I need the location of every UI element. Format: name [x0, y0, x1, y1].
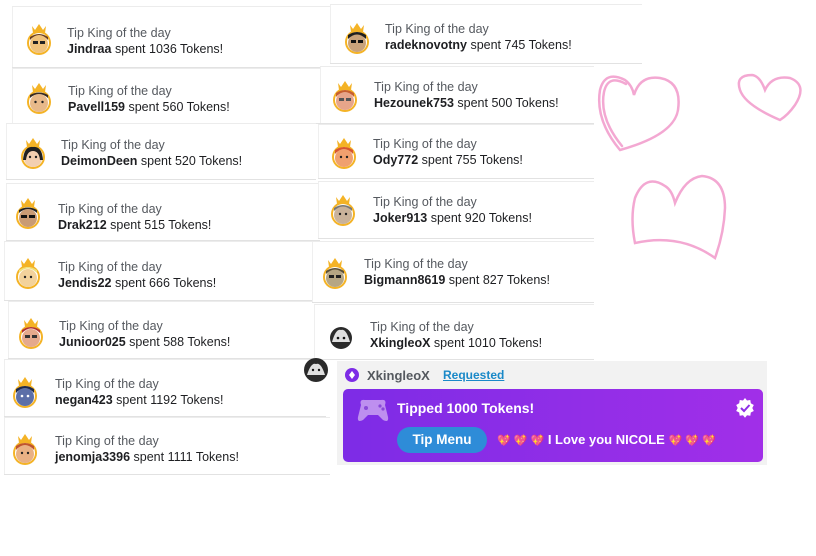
- tip-king-card-left-3: Tip King of the day DeimonDeen spent 520…: [6, 123, 316, 180]
- verified-badge-icon: [736, 398, 754, 418]
- username[interactable]: XkingleoX: [370, 336, 430, 350]
- card-title: Tip King of the day: [373, 195, 477, 209]
- user-avatar: [13, 377, 37, 408]
- card-title: Tip King of the day: [55, 434, 159, 448]
- user-avatar: [13, 434, 37, 465]
- username[interactable]: Jendis22: [58, 276, 112, 290]
- card-title: Tip King of the day: [373, 137, 477, 151]
- tip-headline: Tipped 1000 Tokens!: [397, 400, 535, 416]
- tip-king-card-left-4: Tip King of the day Drak212 spent 515 To…: [6, 183, 320, 241]
- tokens-text: spent 520 Tokens!: [140, 154, 243, 168]
- tip-message: I Love you NICOLE: [547, 432, 665, 447]
- username[interactable]: negan423: [55, 393, 113, 407]
- card-title: Tip King of the day: [374, 80, 478, 94]
- tokens-text: spent 515 Tokens!: [110, 218, 212, 232]
- tokens-text: spent 1036 Tokens!: [114, 42, 224, 56]
- hearts-before: 💖 💖 💖: [497, 435, 545, 447]
- tokens-text: spent 745 Tokens!: [470, 38, 572, 52]
- tip-king-card-left-2: Tip King of the day Pavell159 spent 560 …: [12, 68, 320, 124]
- tip-king-card-left-7: Tip King of the day negan423 spent 1192 …: [4, 359, 326, 417]
- card-text: Ody772 spent 755 Tokens!: [373, 153, 523, 167]
- tokens-text: spent 1111 Tokens!: [133, 450, 239, 464]
- user-avatar: [329, 327, 353, 351]
- tip-message-card: XkingleoX Requested Tipped 1000 Tokens! …: [337, 361, 767, 465]
- user-avatar: [332, 138, 356, 169]
- tokens-text: spent 588 Tokens!: [129, 335, 231, 349]
- user-avatar: [16, 258, 40, 289]
- card-title: Tip King of the day: [55, 377, 159, 391]
- tokens-text: spent 500 Tokens!: [457, 96, 559, 110]
- card-title: Tip King of the day: [68, 84, 172, 98]
- card-title: Tip King of the day: [67, 26, 171, 40]
- tokens-text: spent 827 Tokens!: [448, 273, 550, 287]
- username[interactable]: Drak212: [58, 218, 107, 232]
- username[interactable]: Joker913: [373, 211, 427, 225]
- card-title: Tip King of the day: [58, 202, 162, 216]
- card-title: Tip King of the day: [370, 320, 474, 334]
- user-avatar: [345, 23, 369, 54]
- username[interactable]: jenomja3396: [55, 450, 130, 464]
- hearts-after: 💖 💖 💖: [668, 435, 716, 447]
- card-title: Tip King of the day: [364, 257, 468, 271]
- user-avatar: [331, 195, 355, 226]
- tip-king-card-right-2: Tip King of the day Hezounek753 spent 50…: [320, 66, 594, 124]
- username[interactable]: Pavell159: [68, 100, 125, 114]
- card-text: DeimonDeen spent 520 Tokens!: [61, 154, 242, 168]
- card-text: XkingleoX spent 1010 Tokens!: [370, 336, 542, 350]
- username[interactable]: Hezounek753: [374, 96, 454, 110]
- tip-message-text: 💖 💖 💖 I Love you NICOLE 💖 💖 💖: [497, 432, 716, 447]
- tip-king-card-right-4: Tip King of the day Joker913 spent 920 T…: [318, 181, 594, 239]
- card-title: Tip King of the day: [58, 260, 162, 274]
- user-avatar: [323, 258, 347, 289]
- doodle-hearts: [598, 73, 802, 260]
- tip-username[interactable]: XkingleoX: [367, 368, 430, 383]
- user-avatar: [27, 24, 51, 55]
- user-avatar: [27, 83, 51, 114]
- tip-king-card-left-5: Tip King of the day Jendis22 spent 666 T…: [4, 241, 312, 301]
- user-avatar: [21, 138, 45, 169]
- user-avatar: [333, 81, 357, 112]
- tip-king-card-left-8: Tip King of the day jenomja3396 spent 11…: [4, 417, 330, 475]
- card-text: Jindraa spent 1036 Tokens!: [67, 42, 223, 56]
- card-title: Tip King of the day: [59, 319, 163, 333]
- username[interactable]: Jindraa: [67, 42, 111, 56]
- tokens-text: spent 666 Tokens!: [115, 276, 217, 290]
- tip-menu-button[interactable]: Tip Menu: [397, 427, 487, 453]
- tokens-text: spent 560 Tokens!: [128, 100, 230, 114]
- tokens-text: spent 920 Tokens!: [430, 211, 532, 225]
- username[interactable]: radeknovotny: [385, 38, 467, 52]
- card-title: Tip King of the day: [61, 138, 165, 152]
- username[interactable]: Ody772: [373, 153, 418, 167]
- card-text: Pavell159 spent 560 Tokens!: [68, 100, 230, 114]
- requested-link[interactable]: Requested: [443, 368, 504, 382]
- card-text: negan423 spent 1192 Tokens!: [55, 393, 223, 407]
- card-text: jenomja3396 spent 1111 Tokens!: [55, 450, 239, 464]
- username[interactable]: Bigmann8619: [364, 273, 445, 287]
- tip-king-card-right-6: Tip King of the day XkingleoX spent 1010…: [314, 304, 594, 360]
- tip-king-card-left-6: Tip King of the day Junioor025 spent 588…: [8, 301, 314, 359]
- username[interactable]: Junioor025: [59, 335, 126, 349]
- tip-king-card-right-1: Tip King of the day radeknovotny spent 7…: [330, 4, 642, 64]
- user-avatar: [19, 318, 43, 349]
- tip-king-card-right-3: Tip King of the day Ody772 spent 755 Tok…: [318, 124, 594, 179]
- username[interactable]: DeimonDeen: [61, 154, 137, 168]
- card-text: Bigmann8619 spent 827 Tokens!: [364, 273, 550, 287]
- tokens-text: spent 1192 Tokens!: [116, 393, 224, 407]
- floating-avatar: [304, 358, 328, 382]
- card-text: radeknovotny spent 745 Tokens!: [385, 38, 572, 52]
- tip-king-card-left-1: Tip King of the day Jindraa spent 1036 T…: [12, 6, 330, 68]
- card-text: Drak212 spent 515 Tokens!: [58, 218, 211, 232]
- card-text: Hezounek753 spent 500 Tokens!: [374, 96, 559, 110]
- card-title: Tip King of the day: [385, 22, 489, 36]
- tokens-text: spent 1010 Tokens!: [433, 336, 543, 350]
- card-text: Jendis22 spent 666 Tokens!: [58, 276, 216, 290]
- card-text: Junioor025 spent 588 Tokens!: [59, 335, 230, 349]
- tip-king-card-right-5: Tip King of the day Bigmann8619 spent 82…: [312, 241, 594, 303]
- tokens-text: spent 755 Tokens!: [421, 153, 523, 167]
- tip-banner: Tipped 1000 Tokens! Tip Menu 💖 💖 💖 I Lov…: [343, 389, 763, 462]
- card-text: Joker913 spent 920 Tokens!: [373, 211, 532, 225]
- diamond-icon: [345, 368, 359, 382]
- gamepad-icon: [357, 399, 389, 421]
- user-avatar: [16, 198, 40, 229]
